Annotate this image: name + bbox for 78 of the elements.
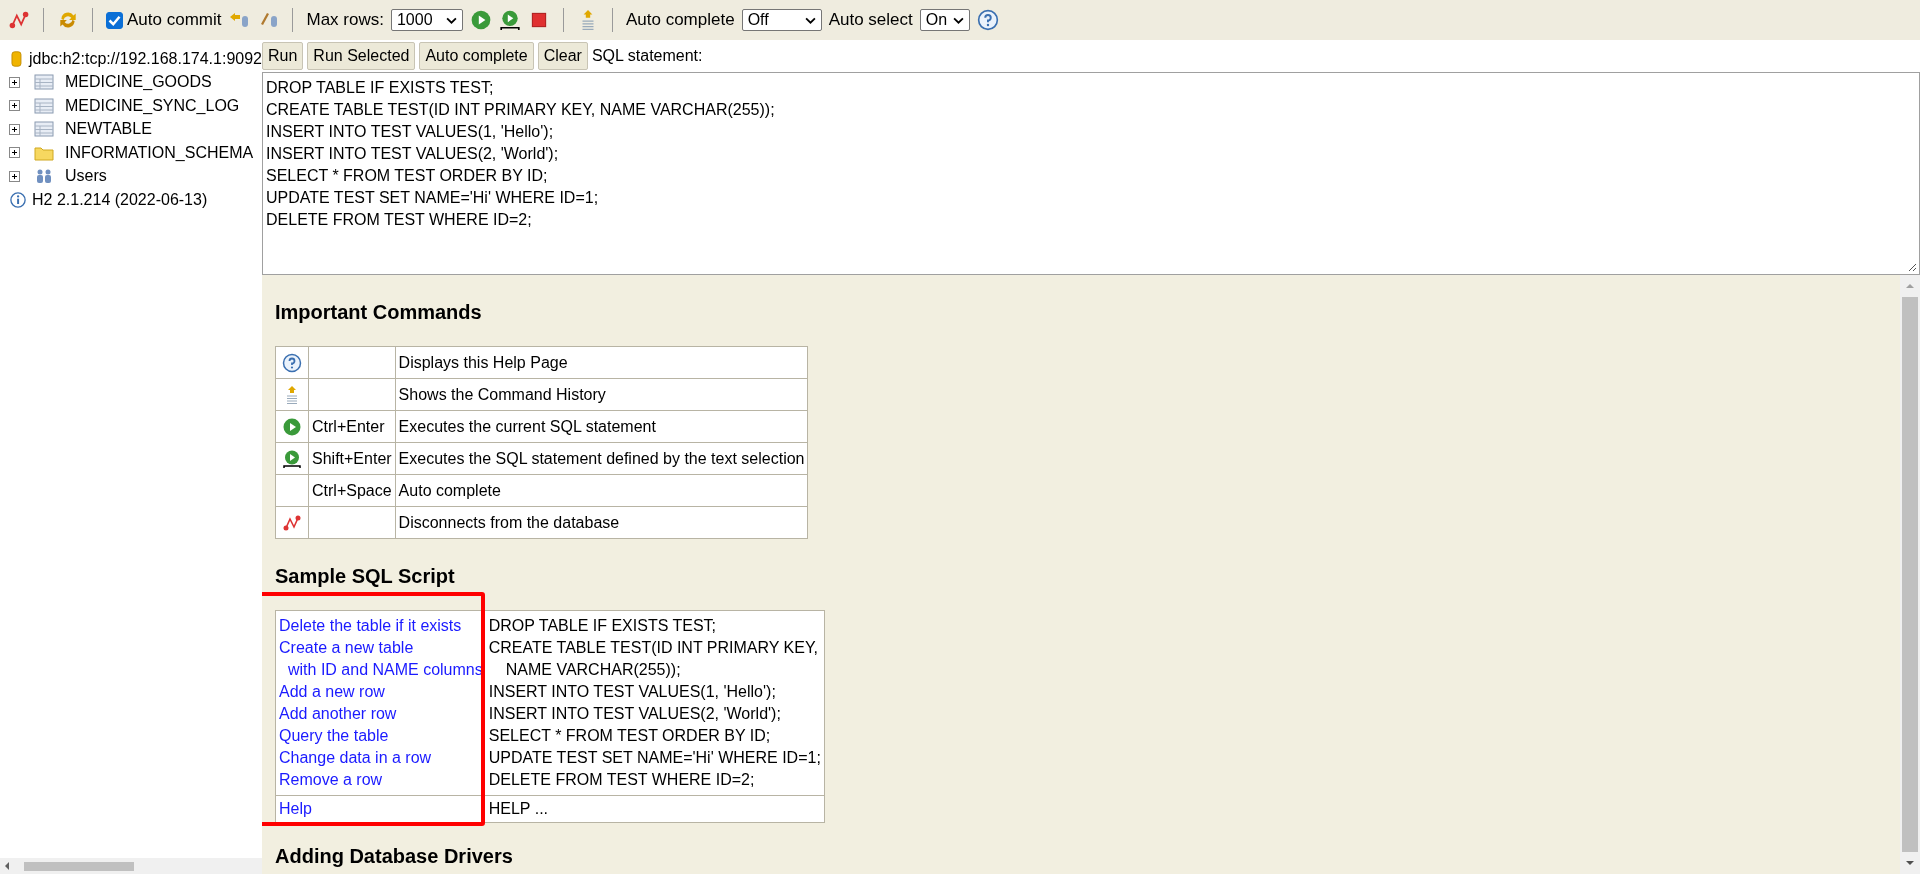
info-icon (10, 190, 26, 209)
sql-text: HELP ... (488, 800, 549, 817)
shortcut-text: Shift+Enter (312, 449, 392, 467)
section-heading: Sample SQL Script (275, 565, 456, 588)
editor-button[interactable]: Clear (537, 42, 588, 70)
sample-link[interactable]: Delete the table if it exists (279, 617, 462, 634)
command-description: Executes the current SQL statement (398, 417, 656, 435)
sample-link[interactable]: Add a new row (279, 683, 385, 700)
max-rows-select[interactable]: 1000 (390, 9, 463, 31)
editor-button[interactable]: Run Selected (307, 42, 416, 70)
expand-icon[interactable] (9, 170, 20, 182)
shortcut-text: Ctrl+Enter (312, 417, 385, 435)
sql-text: UPDATE TEST SET NAME='Hi' WHERE ID=1; (488, 749, 821, 766)
auto-select-label: Auto select (828, 10, 913, 30)
sample-link[interactable]: Change data in a row (279, 749, 432, 766)
auto-select-select[interactable]: On (919, 9, 970, 31)
sql-text: DELETE FROM TEST WHERE ID=2; (488, 771, 755, 788)
run-icon (282, 416, 302, 437)
sample-link[interactable]: Remove a row (279, 771, 383, 788)
tree-item[interactable]: INFORMATION_SCHEMA (65, 143, 254, 162)
editor-button[interactable]: Auto complete (419, 42, 534, 70)
scroll-left-icon[interactable] (4, 861, 10, 871)
caret-icon (445, 16, 457, 24)
help-link[interactable]: Help (279, 800, 312, 817)
version-text: H2 2.1.214 (2022-06-13) (32, 190, 208, 209)
run-selected-icon (282, 448, 302, 469)
database-icon (10, 49, 23, 68)
horizontal-scrollbar[interactable] (0, 858, 262, 874)
max-rows-label: Max rows: (306, 10, 384, 30)
connection-url[interactable]: jdbc:h2:tcp://192.168.174.1:9092 (28, 49, 262, 68)
expand-icon[interactable] (9, 100, 20, 112)
help-icon[interactable] (976, 9, 999, 31)
resize-grip-icon[interactable] (1907, 262, 1917, 272)
run-icon[interactable] (469, 9, 492, 31)
tree-item[interactable]: Users (65, 167, 107, 186)
table-icon (34, 97, 54, 114)
command-description: Executes the SQL statement defined by the text selection (398, 449, 805, 467)
expand-icon[interactable] (9, 123, 20, 135)
sql-text: CREATE TABLE TEST(ID INT PRIMARY KEY, (488, 639, 818, 656)
editor-button[interactable]: Run (262, 42, 304, 70)
command-description: Auto complete (398, 481, 501, 499)
sql-statement-label: SQL statement: (591, 47, 703, 65)
expand-icon[interactable] (9, 76, 20, 88)
sql-editor[interactable]: DROP TABLE IF EXISTS TEST; CREATE TABLE TEST(ID INT PRIMARY KEY, NAME VARCHAR(255)); INSERT INTO TEST VALUES(1, 'Hello'); INSERT INTO TEST VALUES(2, 'World'); SELECT * FROM TEST ORDER BY ID; UPDATE TEST SET NAME='Hi' WHERE ID=1; DELETE FROM TEST WHERE ID=2; (262, 72, 1920, 275)
users-icon (34, 168, 54, 185)
caret-icon (952, 16, 964, 24)
sample-link[interactable]: Query the table (279, 727, 389, 744)
table-icon (34, 74, 54, 91)
run-selected-icon[interactable] (498, 9, 521, 31)
expand-icon[interactable] (9, 147, 20, 159)
tree-item[interactable]: MEDICINE_SYNC_LOG (65, 96, 240, 115)
sample-link[interactable]: Create a new table (279, 639, 414, 656)
sample-link[interactable]: Add another row (279, 705, 397, 722)
sql-text: INSERT INTO TEST VALUES(2, 'World'); (488, 705, 781, 722)
command-description: Displays this Help Page (398, 353, 568, 371)
tree-item[interactable]: NEWTABLE (65, 120, 152, 139)
sql-text: NAME VARCHAR(255)); (505, 661, 681, 678)
sql-text: INSERT INTO TEST VALUES(1, 'Hello'); (488, 683, 776, 700)
shortcut-text: Ctrl+Space (312, 481, 392, 499)
section-heading: Important Commands (275, 301, 483, 324)
command-description: Disconnects from the database (398, 513, 620, 531)
vertical-scrollbar[interactable] (1900, 275, 1920, 874)
sql-text: SELECT * FROM TEST ORDER BY ID; (488, 727, 771, 744)
sql-text: DROP TABLE IF EXISTS TEST; (488, 617, 717, 634)
folder-icon (34, 144, 54, 161)
help-icon (282, 352, 302, 373)
section-heading: Adding Database Drivers (275, 845, 514, 868)
scroll-down-icon[interactable] (1905, 860, 1915, 866)
auto-complete-select[interactable]: Off (741, 9, 822, 31)
tree-item[interactable]: MEDICINE_GOODS (65, 73, 212, 92)
auto-complete-label: Auto complete (625, 10, 735, 30)
disconnect-icon[interactable] (8, 9, 30, 31)
caret-icon (804, 16, 816, 24)
auto-commit-label: Auto commit (127, 10, 222, 30)
auto-commit-checkbox[interactable] (106, 11, 123, 29)
table-icon (34, 121, 54, 138)
sample-link[interactable]: with ID and NAME columns (288, 661, 483, 678)
command-description: Shows the Command History (398, 385, 606, 403)
